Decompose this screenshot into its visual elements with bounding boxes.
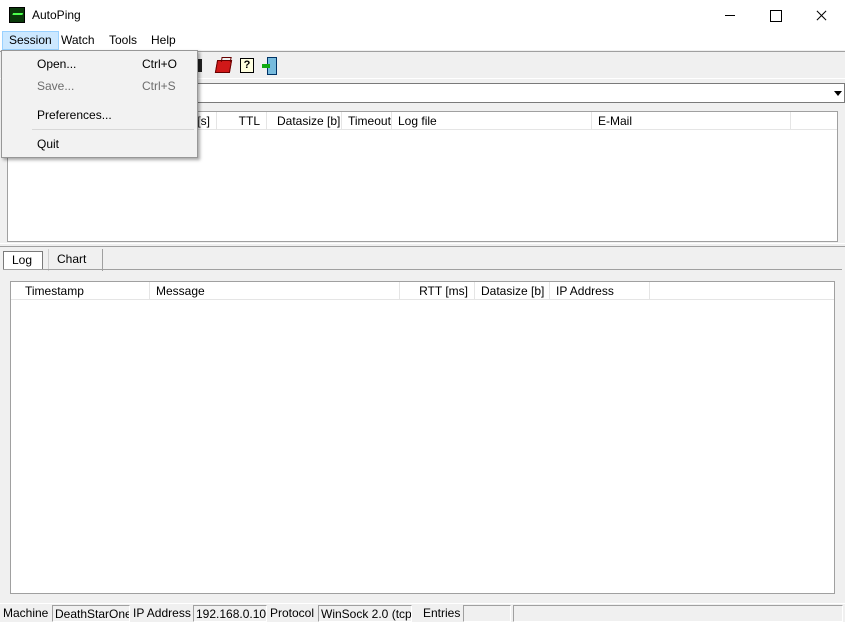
menu-preferences[interactable]: Preferences... <box>4 104 195 126</box>
status-ip-label: IP Address <box>133 606 191 620</box>
status-protocol-value: WinSock 2.0 (tcp) <box>318 605 412 622</box>
status-machine-label: Machine <box>3 606 49 620</box>
menu-save-label: Save... <box>37 79 75 93</box>
window-title: AutoPing <box>32 8 81 22</box>
menu-tools[interactable]: Tools <box>103 31 143 50</box>
column-header[interactable]: RTT [ms] <box>400 282 475 300</box>
log-table-header: Timestamp Message RTT [ms] Datasize [b] … <box>11 282 834 300</box>
column-header[interactable]: Datasize [b] <box>271 112 342 130</box>
column-header[interactable]: Datasize [b] <box>475 282 550 300</box>
maximize-button[interactable] <box>753 0 798 30</box>
column-header[interactable]: IP Address <box>550 282 650 300</box>
menu-quit-label: Quit <box>37 137 60 151</box>
tab-log[interactable]: Log <box>3 251 43 270</box>
tab-chart[interactable]: Chart <box>48 249 103 271</box>
exit-icon[interactable] <box>261 56 281 76</box>
menu-quit[interactable]: Quit <box>4 133 195 155</box>
tab-divider <box>3 269 842 270</box>
status-machine-value: DeathStarOne <box>52 605 130 622</box>
status-extra-panel <box>513 605 843 622</box>
log-table[interactable]: Timestamp Message RTT [ms] Datasize [b] … <box>10 281 835 594</box>
menu-watch[interactable]: Watch <box>55 31 101 50</box>
column-header[interactable]: Timestamp <box>11 282 150 300</box>
app-icon <box>9 7 25 23</box>
menu-session[interactable]: Session <box>2 31 59 50</box>
column-header[interactable]: Log file <box>392 112 592 130</box>
status-entries-value <box>463 605 511 622</box>
column-header[interactable]: Message <box>150 282 400 300</box>
menu-open-label: Open... <box>37 57 77 71</box>
column-header[interactable]: TTL <box>217 112 267 130</box>
session-dropdown-menu: Open... Ctrl+O Save... Ctrl+S Preference… <box>1 50 198 158</box>
column-header[interactable]: Timeout <box>342 112 392 130</box>
close-button[interactable] <box>799 0 844 30</box>
column-header[interactable]: E-Mail <box>592 112 791 130</box>
menu-open-shortcut: Ctrl+O <box>142 57 178 71</box>
menu-open[interactable]: Open... Ctrl+O <box>4 53 195 75</box>
menu-separator <box>32 129 194 130</box>
status-protocol-label: Protocol <box>270 606 315 620</box>
menu-help[interactable]: Help <box>145 31 182 50</box>
menu-bar: Session Watch Tools Help <box>0 30 845 50</box>
minimize-button[interactable] <box>708 0 753 30</box>
title-bar: AutoPing <box>0 0 845 30</box>
menu-save-shortcut: Ctrl+S <box>142 79 176 93</box>
status-ip-value: 192.168.0.10 <box>193 605 267 622</box>
status-bar: Machine DeathStarOne IP Address 192.168.… <box>0 603 845 622</box>
red-folder-icon[interactable] <box>214 56 234 76</box>
status-entries-label: Entries <box>423 606 461 620</box>
menu-preferences-label: Preferences... <box>37 108 112 122</box>
menu-save: Save... Ctrl+S <box>4 75 195 97</box>
splitter[interactable] <box>0 243 845 247</box>
chevron-down-icon[interactable] <box>832 84 844 102</box>
help-icon[interactable]: ? <box>238 56 258 76</box>
